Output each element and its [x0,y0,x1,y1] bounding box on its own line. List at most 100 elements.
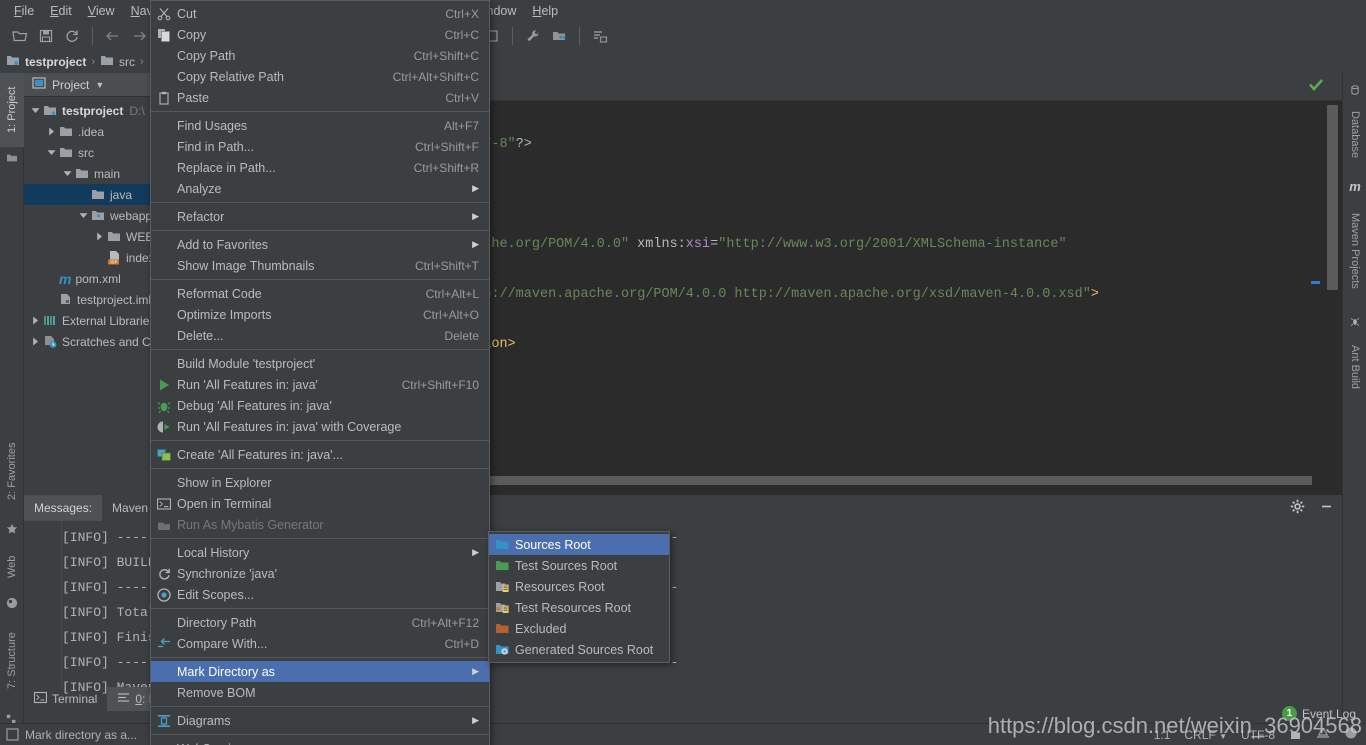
back-arrow-icon[interactable] [101,24,125,48]
project-window-icon [32,76,46,93]
context-menu-item-edit-scopes[interactable]: Edit Scopes... [151,584,489,605]
project-structure-icon[interactable] [547,24,571,48]
no-icon [156,69,172,85]
tree-twisty[interactable] [46,273,57,284]
menu-view[interactable]: View [80,2,123,20]
toolbar-separator-1 [92,27,93,45]
context-menu-item-optimize-imports[interactable]: Optimize Imports Ctrl+Alt+O [151,304,489,325]
gear-icon[interactable] [1290,499,1305,517]
context-menu-item-synchronize-java[interactable]: Synchronize 'java' [151,563,489,584]
context-menu-item-copy[interactable]: Copy Ctrl+C [151,24,489,45]
submenu-item-generated-sources-root[interactable]: Generated Sources Root [489,639,669,660]
context-menu-item-run-all-features-in-java-with-coverage[interactable]: Run 'All Features in: java' with Coverag… [151,416,489,437]
tool-tab-label: Web [6,555,18,579]
sidebar-item-favorites[interactable]: 2: Favorites [0,425,24,517]
encoding-indicator[interactable]: UTF-8 [1241,728,1275,742]
sidebar-item-database[interactable]: Database [1343,101,1366,169]
context-menu-item-add-to-favorites[interactable]: Add to Favorites ▶ [151,234,489,255]
background-tasks-icon[interactable] [1344,726,1358,743]
context-menu-item-find-usages[interactable]: Find Usages Alt+F7 [151,115,489,136]
context-menu-item-local-history[interactable]: Local History ▶ [151,542,489,563]
context-menu-item-label: Add to Favorites [177,237,269,252]
line-separator[interactable]: CRLF ▼ [1184,728,1227,742]
tree-twisty[interactable] [30,336,41,347]
submenu-item-test-sources-root[interactable]: Test Sources Root [489,555,669,576]
context-menu-item-label: Diagrams [177,713,231,728]
sidebar-item-web[interactable]: Web [0,541,24,593]
event-log-button[interactable]: 1 Event Log [1281,706,1356,721]
context-menu-item-open-in-terminal[interactable]: Open in Terminal [151,493,489,514]
tree-twisty[interactable] [94,252,105,263]
green-check-icon[interactable] [1308,77,1324,96]
tree-twisty[interactable] [46,126,57,137]
context-menu-item-copy-path[interactable]: Copy Path Ctrl+Shift+C [151,45,489,66]
forward-arrow-icon[interactable] [127,24,151,48]
tree-twisty[interactable] [78,189,89,200]
context-menu-item-replace-in-path[interactable]: Replace in Path... Ctrl+Shift+R [151,157,489,178]
sync-icon[interactable] [60,24,84,48]
editor-vertical-scrollbar[interactable] [1327,105,1338,290]
no-icon [156,664,172,680]
context-menu-item-diagrams[interactable]: Diagrams ▶ [151,710,489,731]
context-menu-item-find-in-path[interactable]: Find in Path... Ctrl+Shift+F [151,136,489,157]
tree-twisty[interactable] [46,294,57,305]
sidebar-item-ant-build[interactable]: Ant Build [1343,333,1366,401]
hector-icon[interactable] [1316,726,1330,743]
tree-twisty[interactable] [94,231,105,242]
context-menu-item-reformat-code[interactable]: Reformat Code Ctrl+Alt+L [151,283,489,304]
scratches-icon [43,335,58,349]
context-menu-item-label: Directory Path [177,615,257,630]
folder-icon [100,54,115,70]
context-menu-item-refactor[interactable]: Refactor ▶ [151,206,489,227]
breadcrumb-item-src[interactable]: src [100,54,135,70]
star-icon [0,519,24,539]
tree-twisty[interactable] [46,147,57,158]
sidebar-item-maven-projects[interactable]: Maven Projects [1343,197,1366,305]
context-menu-item-paste[interactable]: Paste Ctrl+V [151,87,489,108]
submenu-arrow-icon: ▶ [472,666,479,676]
context-menu-item-remove-bom[interactable]: Remove BOM [151,682,489,703]
context-menu-item-build-module-testproject[interactable]: Build Module 'testproject' [151,353,489,374]
submenu-item-resources-root[interactable]: Resources Root [489,576,669,597]
menu-help[interactable]: Help [524,2,566,20]
context-menu-item-label: Analyze [177,181,222,196]
tree-twisty[interactable] [30,315,41,326]
caret-position[interactable]: 1:1 [1154,728,1171,742]
context-menu-item-directory-path[interactable]: Directory Path Ctrl+Alt+F12 [151,612,489,633]
context-menu-item-copy-relative-path[interactable]: Copy Relative Path Ctrl+Alt+Shift+C [151,66,489,87]
no-icon [156,209,172,225]
breadcrumb-item-testproject[interactable]: testproject [6,54,86,70]
context-menu-shortcut: Ctrl+X [445,6,479,21]
context-menu-item-show-image-thumbnails[interactable]: Show Image Thumbnails Ctrl+Shift+T [151,255,489,276]
sidebar-item-project[interactable]: 1: Project [0,73,24,147]
menu-file[interactable]: FFileile [6,2,42,20]
context-menu-item-analyze[interactable]: Analyze ▶ [151,178,489,199]
context-menu-item-mark-directory-as[interactable]: Mark Directory as ▶ [151,661,489,682]
sql-icon[interactable] [588,24,612,48]
unlocked-icon[interactable] [1289,727,1302,743]
context-menu-item-debug-all-features-in-java[interactable]: Debug 'All Features in: java' [151,395,489,416]
tree-twisty[interactable] [78,210,89,221]
tree-twisty[interactable] [30,105,41,116]
context-menu-item-run-as-mybatis-generator[interactable]: Run As Mybatis Generator [151,514,489,535]
tree-twisty[interactable] [62,168,73,179]
tab-terminal[interactable]: Terminal [24,687,107,711]
context-menu-item-cut[interactable]: Cut Ctrl+X [151,3,489,24]
chevron-down-icon[interactable]: ▼ [95,80,104,90]
context-menu-item-delete[interactable]: Delete... Delete [151,325,489,346]
context-menu-item-compare-with[interactable]: Compare With... Ctrl+D [151,633,489,654]
context-menu-item-create-all-features-in-java[interactable]: Create 'All Features in: java'... [151,444,489,465]
open-folder-icon[interactable] [8,24,32,48]
menu-edit[interactable]: Edit [42,2,80,20]
submenu-item-sources-root[interactable]: Sources Root [489,534,669,555]
settings-wrench-icon[interactable] [521,24,545,48]
tab-messages[interactable]: Messages: [24,495,103,521]
context-menu-item-run-all-features-in-java[interactable]: Run 'All Features in: java' Ctrl+Shift+F1… [151,374,489,395]
submenu-item-test-resources-root[interactable]: Test Resources Root [489,597,669,618]
sidebar-item-structure[interactable]: 7: Structure [0,615,24,707]
save-all-icon[interactable] [34,24,58,48]
context-menu-item-show-in-explorer[interactable]: Show in Explorer [151,472,489,493]
context-menu-item-webservices[interactable]: WebServices▶ [151,738,489,745]
minimize-icon[interactable] [1319,499,1334,517]
submenu-item-excluded[interactable]: Excluded [489,618,669,639]
